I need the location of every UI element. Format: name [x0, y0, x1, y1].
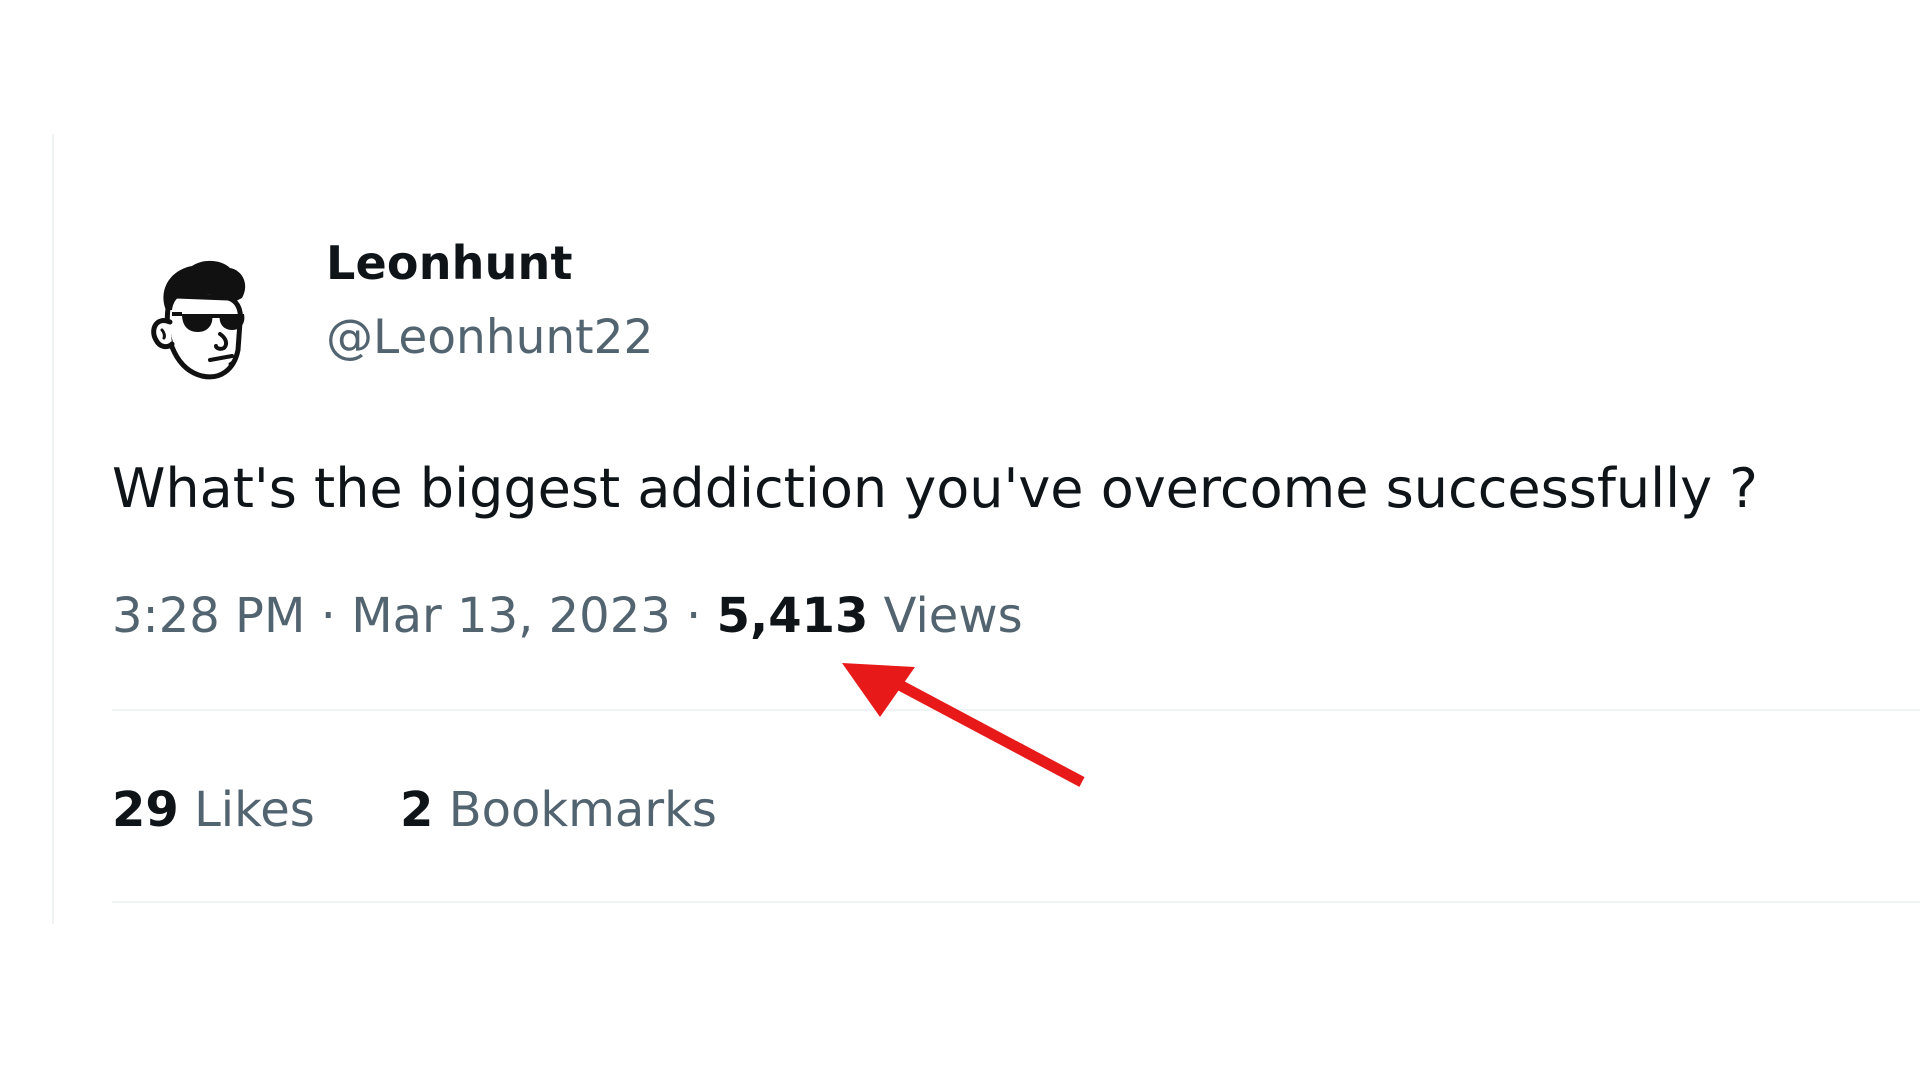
tweet-screenshot: Leonhunt @Leonhunt22 What's the biggest … [0, 0, 1920, 1080]
tweet-meta: 3:28 PM · Mar 13, 2023 · 5,413 Views [112, 592, 1023, 640]
bookmarks-stat[interactable]: 2 Bookmarks [400, 786, 717, 834]
cartoon-face-avatar-icon [151, 260, 246, 380]
engagement-stats: 29 Likes 2 Bookmarks [112, 786, 717, 834]
author-handle[interactable]: @Leonhunt22 [326, 314, 653, 361]
divider [112, 901, 1920, 903]
tweet-time[interactable]: 3:28 PM [112, 588, 305, 644]
bookmarks-count: 2 [400, 782, 434, 838]
likes-label: Likes [194, 782, 315, 838]
avatar[interactable] [112, 230, 282, 400]
tweet-text: What's the biggest addiction you've over… [112, 457, 1758, 520]
views-label[interactable]: Views [884, 588, 1023, 644]
likes-stat[interactable]: 29 Likes [112, 786, 315, 834]
red-arrow-icon [842, 663, 1085, 787]
bookmarks-label: Bookmarks [448, 782, 717, 838]
likes-count: 29 [112, 782, 179, 838]
meta-separator: · [320, 588, 336, 644]
meta-separator: · [686, 588, 702, 644]
author-display-name[interactable]: Leonhunt [326, 240, 573, 286]
tweet-date[interactable]: Mar 13, 2023 [351, 588, 671, 644]
timeline-border [52, 134, 54, 924]
views-count[interactable]: 5,413 [717, 588, 869, 644]
